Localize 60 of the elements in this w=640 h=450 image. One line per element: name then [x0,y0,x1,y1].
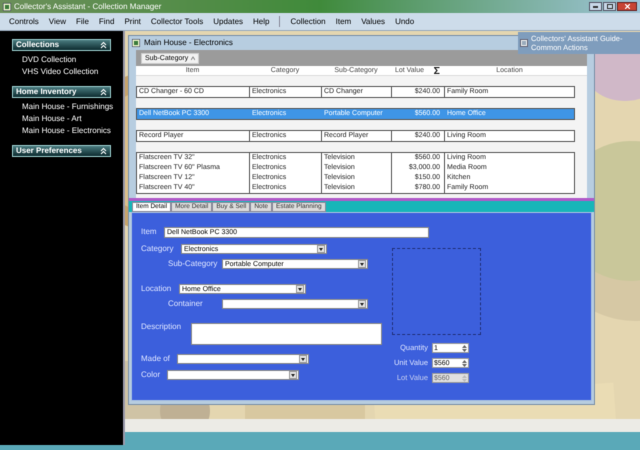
close-icon [624,4,630,9]
sort-icon [191,56,196,60]
minimize-button[interactable] [589,2,602,11]
spin-arrows-icon [461,359,468,367]
sidebar-item[interactable]: VHS Video Collection [22,66,123,78]
menu-item[interactable]: Collector Tools [150,18,204,26]
menu-item[interactable]: Help [253,18,270,26]
collapse-icon [100,147,107,155]
section-header[interactable]: Collections [12,39,111,51]
minimize-icon [593,6,598,8]
sidebar-item[interactable]: DVD Collection [22,54,123,66]
caret-icon [291,374,295,376]
menu-item[interactable]: Print [124,18,141,26]
menu-item[interactable]: View [48,18,66,26]
section-header[interactable]: Home Inventory [12,86,111,98]
field-label: Location [141,285,172,293]
document-title: Main House - Electronics [144,39,233,47]
close-button[interactable] [617,2,637,11]
menu-item[interactable]: Collection [290,18,326,26]
document-icon [132,39,140,47]
caret-icon [301,358,305,360]
sum-icon [434,67,440,74]
menu-item[interactable]: Undo [395,18,414,26]
caret-icon [319,248,323,250]
field-label: Category [141,245,174,253]
dropdown-arrow-button[interactable] [358,300,366,308]
dropdown-arrow-button[interactable] [299,355,307,363]
dropdown-arrow-button[interactable] [358,260,366,268]
spin-arrows-icon [461,374,468,382]
menu-item[interactable]: Updates [213,18,244,26]
maximize-icon [606,4,612,9]
collapse-icon [100,41,107,49]
sidebar-item[interactable]: Main House - Electronics [22,125,123,137]
sidebar-item[interactable]: Main House - Furnishings [22,101,123,113]
sidebar-item[interactable]: Main House - Art [22,113,123,125]
maximize-button[interactable] [603,2,616,11]
collapse-icon [100,88,107,96]
section-header[interactable]: User Preferences [12,145,111,157]
dropdown-arrow-button[interactable] [317,245,325,253]
field-label: Made of [141,355,171,363]
window-title: Collector's Assistant - Collection Manager [14,2,162,10]
menu-item[interactable]: Find [98,18,114,26]
menu-item[interactable]: Item [336,18,352,26]
field-label: Sub-Category [168,260,218,268]
dropdown-arrow-button[interactable] [289,371,297,379]
menu-item[interactable]: File [76,18,89,26]
guide-icon [520,39,528,47]
menu-item[interactable]: Controls [9,18,39,26]
spin-arrows-icon [461,344,468,352]
field-label: Color [141,371,162,379]
dropdown-arrow-button[interactable] [296,285,304,293]
menu-item[interactable]: Values [361,18,386,26]
app-icon [3,2,11,10]
field-label: Description [141,323,182,331]
description-field[interactable] [191,323,382,345]
caret-icon [360,302,364,306]
field-label: Container [168,300,204,308]
field-label: Item [141,226,158,238]
caret-icon [360,262,364,266]
caret-icon [298,288,302,290]
